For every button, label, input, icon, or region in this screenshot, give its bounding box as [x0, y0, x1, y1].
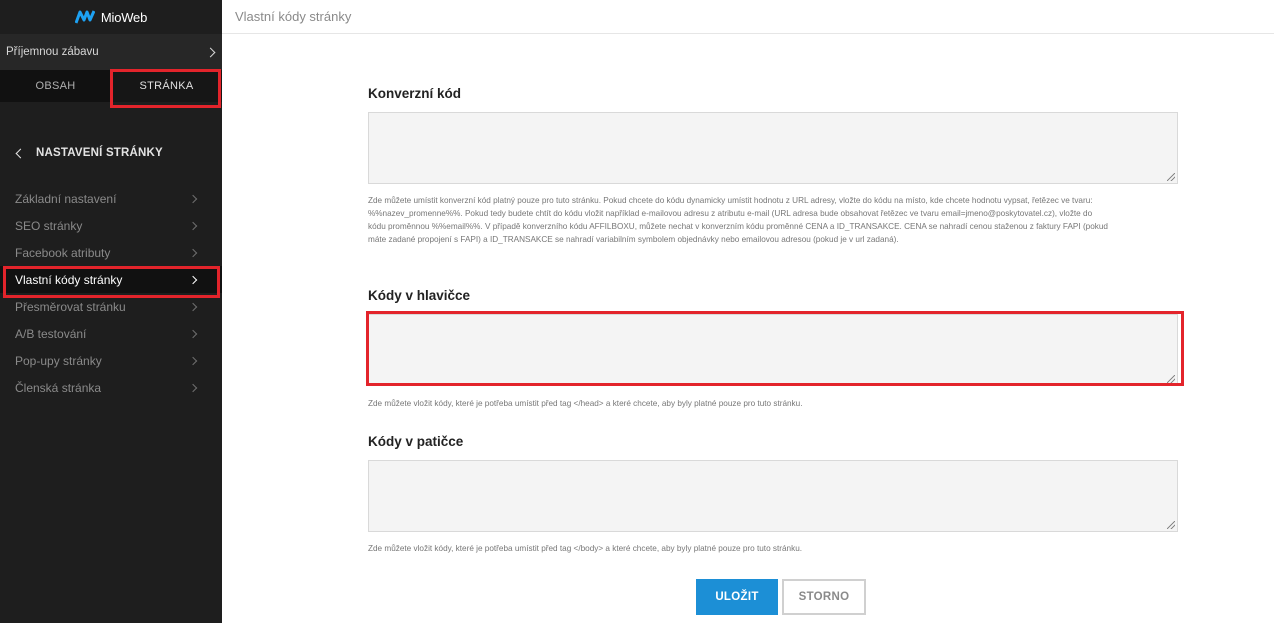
sidebar-item-zakladni-nastaveni[interactable]: Základní nastavení: [0, 185, 222, 212]
conversion-code-field[interactable]: [368, 112, 1178, 184]
sidebar-item-label: Členská stránka: [15, 380, 102, 395]
tab-stranka[interactable]: STRÁNKA: [111, 70, 222, 102]
sidebar-item-popupy[interactable]: Pop-upy stránky: [0, 347, 222, 374]
brand-name: MioWeb: [100, 9, 148, 25]
cancel-button[interactable]: STORNO: [782, 579, 866, 615]
sidebar-item-vlastni-kody[interactable]: Vlastní kódy stránky: [0, 266, 222, 293]
page-selector-label: Příjemnou zábavu: [6, 46, 99, 58]
chevron-right-icon: [188, 221, 198, 230]
save-button[interactable]: ULOŽIT: [696, 579, 778, 615]
sidebar-item-label: Vlastní kódy stránky: [15, 272, 123, 287]
footer-code-help: Zde můžete vložit kódy, které je potřeba…: [368, 544, 803, 553]
chevron-right-icon: [188, 275, 198, 284]
sidebar-item-ab-testovani[interactable]: A/B testování: [0, 320, 222, 347]
page-title: Vlastní kódy stránky: [235, 9, 352, 24]
chevron-right-icon: [205, 47, 216, 57]
resize-handle-icon[interactable]: [1167, 173, 1175, 181]
chevron-right-icon: [188, 356, 198, 365]
sidebar: MioWeb Příjemnou zábavu OBSAH STRÁNKA NA…: [0, 0, 222, 623]
sidebar-item-label: Pop-upy stránky: [15, 353, 102, 368]
sidebar-item-label: Přesměrovat stránku: [15, 299, 126, 314]
sidebar-item-label: Facebook atributy: [15, 245, 111, 260]
sidebar-item-label: A/B testování: [15, 326, 87, 341]
sidebar-item-presmerovat[interactable]: Přesměrovat stránku: [0, 293, 222, 320]
section-title: NASTAVENÍ STRÁNKY: [36, 147, 163, 159]
sidebar-item-clenska[interactable]: Členská stránka: [0, 374, 222, 401]
head-code-label: Kódy v hlavičce: [368, 288, 471, 303]
sidebar-item-label: Základní nastavení: [15, 191, 117, 206]
sidebar-tabs: OBSAH STRÁNKA: [0, 70, 222, 102]
settings-menu: Základní nastavení SEO stránky Facebook …: [0, 185, 222, 401]
sidebar-item-facebook[interactable]: Facebook atributy: [0, 239, 222, 266]
head-code-help: Zde můžete vložit kódy, které je potřeba…: [368, 399, 803, 408]
logo[interactable]: MioWeb: [0, 0, 222, 34]
chevron-right-icon: [188, 194, 198, 203]
page-header: Vlastní kódy stránky: [222, 0, 1274, 34]
tab-obsah[interactable]: OBSAH: [0, 70, 111, 102]
mioweb-logo-icon: [74, 10, 95, 24]
chevron-right-icon: [188, 329, 198, 338]
page-selector[interactable]: Příjemnou zábavu: [0, 34, 222, 70]
sidebar-item-seo[interactable]: SEO stránky: [0, 212, 222, 239]
head-code-field[interactable]: [368, 314, 1178, 386]
resize-handle-icon[interactable]: [1167, 375, 1175, 383]
chevron-right-icon: [188, 248, 198, 257]
back-to-settings[interactable]: NASTAVENÍ STRÁNKY: [0, 136, 222, 170]
chevron-right-icon: [188, 302, 198, 311]
footer-code-field[interactable]: [368, 460, 1178, 532]
conversion-code-help: Zde můžete umístit konverzní kód platný …: [368, 196, 1108, 244]
conversion-code-label: Konverzní kód: [368, 86, 462, 101]
chevron-left-icon: [15, 148, 26, 158]
resize-handle-icon[interactable]: [1167, 521, 1175, 529]
chevron-right-icon: [188, 383, 198, 392]
sidebar-item-label: SEO stránky: [15, 218, 83, 233]
footer-code-label: Kódy v patičce: [368, 434, 464, 449]
